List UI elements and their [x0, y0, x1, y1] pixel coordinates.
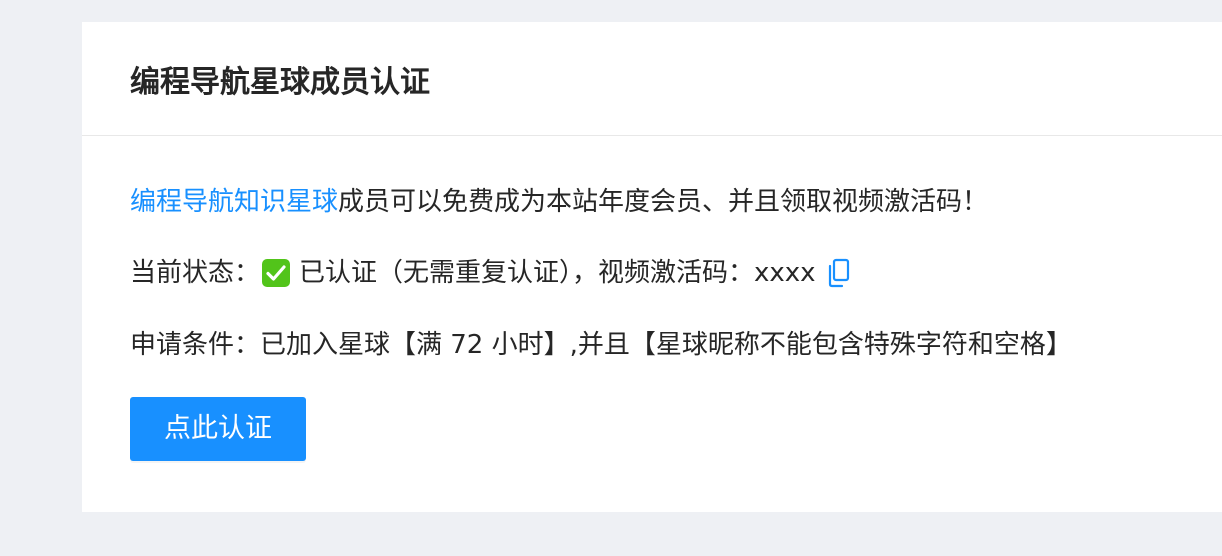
card-body: 编程导航知识星球 成员可以免费成为本站年度会员、并且领取视频激活码！ 当前状态： …	[82, 136, 1222, 461]
status-line: 当前状态： 已认证（无需重复认证），视频激活码：xxxx	[130, 255, 1222, 291]
conditions-line: 申请条件：已加入星球【满 72 小时】,并且【星球昵称不能包含特殊字符和空格】	[130, 330, 1072, 360]
copy-icon[interactable]	[826, 258, 852, 288]
certify-button[interactable]: 点此认证	[130, 397, 306, 461]
intro-text: 成员可以免费成为本站年度会员、并且领取视频激活码！	[338, 187, 989, 217]
check-icon	[262, 259, 291, 287]
status-value: 已认证（无需重复认证），视频激活码：xxxx	[299, 258, 816, 288]
intro-line: 编程导航知识星球 成员可以免费成为本站年度会员、并且领取视频激活码！	[130, 184, 1222, 220]
page-title: 编程导航星球成员认证	[130, 64, 430, 100]
knowledge-planet-link[interactable]: 编程导航知识星球	[130, 184, 338, 220]
card-header: 编程导航星球成员认证	[82, 22, 1222, 136]
certification-card: 编程导航星球成员认证 编程导航知识星球 成员可以免费成为本站年度会员、并且领取视频…	[82, 22, 1222, 512]
status-label: 当前状态：	[130, 258, 261, 288]
